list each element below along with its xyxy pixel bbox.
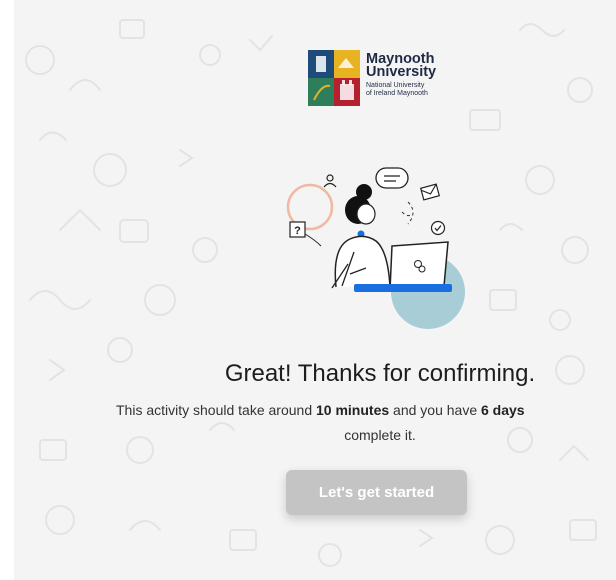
crest-icon bbox=[308, 50, 360, 106]
logo-name: Maynooth University bbox=[366, 52, 456, 80]
person-icon bbox=[323, 174, 337, 188]
desc-text-1: This activity should take around bbox=[116, 402, 316, 418]
check-circle-icon bbox=[430, 220, 446, 236]
desc-text-2: and you have bbox=[389, 402, 481, 418]
speech-bubble-icon bbox=[375, 167, 409, 189]
svg-text:?: ? bbox=[294, 225, 301, 237]
logo-name-line2: University bbox=[366, 64, 437, 80]
woman-at-laptop-illustration: ? bbox=[286, 167, 465, 329]
envelope-icon bbox=[419, 183, 441, 201]
days-remaining-value: 6 days bbox=[481, 402, 525, 418]
activity-description: This activity should take around 10 minu… bbox=[116, 401, 525, 419]
left-edge-strip bbox=[0, 0, 14, 580]
laptop-icon bbox=[389, 241, 449, 291]
logo-subtitle: National University of Ireland Maynooth bbox=[366, 82, 456, 98]
question-card-icon: ? bbox=[289, 221, 306, 238]
logo-sub-line2: of Ireland Maynooth bbox=[366, 90, 428, 97]
duration-value: 10 minutes bbox=[316, 402, 390, 418]
confirmation-headline: Great! Thanks for confirming. bbox=[224, 360, 536, 387]
university-logo: Maynooth University National University … bbox=[308, 50, 450, 106]
logo-sub-line1: National University bbox=[366, 82, 425, 89]
get-started-button[interactable]: Let's get started bbox=[286, 470, 467, 515]
activity-description-end: complete it. bbox=[344, 427, 416, 443]
